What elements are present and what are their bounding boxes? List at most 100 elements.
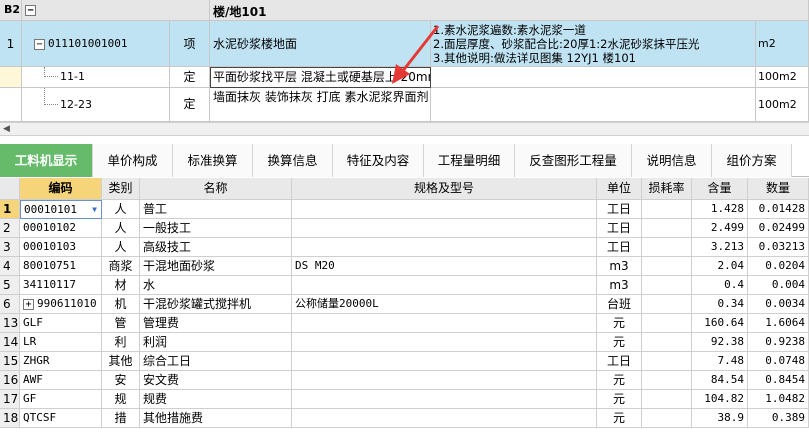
cell-category[interactable]: 其他: [102, 352, 140, 371]
cell-spec[interactable]: 公称储量20000L: [292, 295, 597, 314]
cell-quantity[interactable]: 0.9238: [748, 333, 809, 352]
cell-name[interactable]: 一般技工: [140, 219, 292, 238]
cell-unit[interactable]: 台班: [597, 295, 642, 314]
cell-quantity[interactable]: 0.0034: [748, 295, 809, 314]
row-number[interactable]: 3: [0, 238, 20, 257]
sub-rownum[interactable]: [0, 67, 22, 88]
cell-category[interactable]: 人: [102, 200, 140, 219]
cell-code[interactable]: 00010101 ▼: [20, 200, 102, 219]
cell-name[interactable]: 其他措施费: [140, 409, 292, 428]
row-number[interactable]: 14: [0, 333, 20, 352]
item-code-cell[interactable]: −011101001001: [22, 21, 170, 67]
item-rownum[interactable]: 1: [0, 21, 22, 67]
sub-unit[interactable]: 100m2: [756, 88, 809, 122]
row-number[interactable]: 1: [0, 200, 20, 219]
cell-category[interactable]: 人: [102, 238, 140, 257]
cell-code[interactable]: 00010103: [20, 238, 102, 257]
sub-features[interactable]: [431, 88, 756, 122]
header-spec[interactable]: 规格及型号: [292, 178, 597, 200]
table-row[interactable]: 2 00010102 人一般技工 工日 2.499 0.02499: [0, 219, 809, 238]
cell-spec[interactable]: [292, 276, 597, 295]
cell-content[interactable]: 84.54: [692, 371, 748, 390]
table-row[interactable]: 14 LR 利利润 元 92.38 0.9238: [0, 333, 809, 352]
tab-pricing-scheme[interactable]: 组价方案: [712, 144, 792, 177]
tab-quantity-detail[interactable]: 工程量明细: [424, 144, 515, 177]
sub-code-cell[interactable]: 12-23: [22, 88, 170, 122]
table-row[interactable]: 4 80010751 商浆 干混地面砂浆 DS M20 m3 2.04 0.0204: [0, 257, 809, 276]
cell-content[interactable]: 0.4: [692, 276, 748, 295]
cell-code[interactable]: ZHGR: [20, 352, 102, 371]
row-number[interactable]: 2: [0, 219, 20, 238]
cell-spec[interactable]: DS M20: [292, 257, 597, 276]
cell-content[interactable]: 0.34: [692, 295, 748, 314]
table-row[interactable]: 18 QTCSF 措其他措施费 元 38.9 0.389: [0, 409, 809, 428]
table-row[interactable]: 6 +990611010 机干混砂浆罐式搅拌机 公称储量20000L 台班 0.34 0.0…: [0, 295, 809, 314]
table-row[interactable]: 16 AWF 安安文费 元 84.54 0.8454: [0, 371, 809, 390]
cell-spec[interactable]: [292, 200, 597, 219]
tab-description-info[interactable]: 说明信息: [632, 144, 712, 177]
tab-material-display[interactable]: 工料机显示: [0, 144, 93, 177]
cell-name[interactable]: 普工: [140, 200, 292, 219]
cell-unit[interactable]: 元: [597, 371, 642, 390]
collapse-section-button[interactable]: −: [22, 0, 210, 21]
row-number[interactable]: 17: [0, 390, 20, 409]
sub-name[interactable]: 墙面抹灰 装饰抹灰 打底 素水泥浆界面剂: [210, 88, 431, 122]
cell-loss-rate[interactable]: [642, 409, 692, 428]
cell-content[interactable]: 160.64: [692, 314, 748, 333]
cell-unit[interactable]: 元: [597, 333, 642, 352]
cell-spec[interactable]: [292, 219, 597, 238]
cell-code[interactable]: 00010102: [20, 219, 102, 238]
cell-category[interactable]: 规: [102, 390, 140, 409]
row-number[interactable]: 4: [0, 257, 20, 276]
cell-category[interactable]: 安: [102, 371, 140, 390]
cell-spec[interactable]: [292, 314, 597, 333]
cell-name[interactable]: 利润: [140, 333, 292, 352]
cell-name[interactable]: 规费: [140, 390, 292, 409]
cell-content[interactable]: 3.213: [692, 238, 748, 257]
cell-content[interactable]: 92.38: [692, 333, 748, 352]
cell-quantity[interactable]: 1.6064: [748, 314, 809, 333]
cell-quantity[interactable]: 0.0204: [748, 257, 809, 276]
row-number[interactable]: 16: [0, 371, 20, 390]
cell-unit[interactable]: 元: [597, 390, 642, 409]
dropdown-arrow-icon[interactable]: ▼: [92, 201, 97, 218]
sub-type[interactable]: 定: [170, 88, 210, 122]
cell-quantity[interactable]: 0.0748: [748, 352, 809, 371]
cell-spec[interactable]: [292, 352, 597, 371]
cell-code[interactable]: 80010751: [20, 257, 102, 276]
cell-content[interactable]: 1.428: [692, 200, 748, 219]
table-row[interactable]: 5 34110117 材水 m3 0.4 0.004: [0, 276, 809, 295]
cell-content[interactable]: 7.48: [692, 352, 748, 371]
header-category[interactable]: 类别: [102, 178, 140, 200]
cell-unit[interactable]: m3: [597, 257, 642, 276]
cell-category[interactable]: 管: [102, 314, 140, 333]
scroll-left-icon[interactable]: ◀: [3, 123, 10, 135]
cell-unit[interactable]: 工日: [597, 219, 642, 238]
cell-unit[interactable]: 工日: [597, 200, 642, 219]
sub-rownum[interactable]: [0, 88, 22, 122]
cell-code[interactable]: AWF: [20, 371, 102, 390]
table-row[interactable]: 3 00010103 人高级技工 工日 3.213 0.03213: [0, 238, 809, 257]
header-code[interactable]: 编码: [20, 178, 102, 200]
cell-quantity[interactable]: 0.004: [748, 276, 809, 295]
sub-code-cell[interactable]: 11-1: [22, 67, 170, 88]
minus-icon[interactable]: −: [34, 38, 45, 50]
cell-category[interactable]: 材: [102, 276, 140, 295]
cell-category[interactable]: 人: [102, 219, 140, 238]
cell-name[interactable]: 高级技工: [140, 238, 292, 257]
table-row[interactable]: 15 ZHGR 其他 综合工日 工日 7.48 0.0748: [0, 352, 809, 371]
cell-quantity[interactable]: 0.8454: [748, 371, 809, 390]
cell-loss-rate[interactable]: [642, 295, 692, 314]
cell-loss-rate[interactable]: [642, 371, 692, 390]
header-content[interactable]: 含量: [692, 178, 748, 200]
sub-features[interactable]: [431, 67, 756, 88]
header-quantity[interactable]: 数量: [748, 178, 809, 200]
cell-content[interactable]: 2.499: [692, 219, 748, 238]
header-loss-rate[interactable]: 损耗率: [642, 178, 692, 200]
row-number[interactable]: 13: [0, 314, 20, 333]
cell-spec[interactable]: [292, 238, 597, 257]
item-unit[interactable]: m2: [756, 21, 809, 67]
cell-name[interactable]: 干混砂浆罐式搅拌机: [140, 295, 292, 314]
cell-unit[interactable]: 工日: [597, 238, 642, 257]
row-number[interactable]: 6: [0, 295, 20, 314]
